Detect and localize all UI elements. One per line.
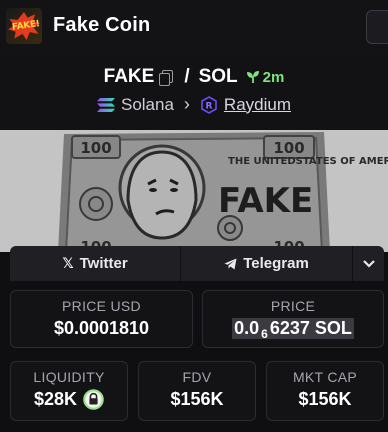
x-logo-icon: 𝕏	[62, 255, 74, 271]
price-unit: SOL	[314, 318, 352, 338]
price-usd-card: PRICE USD $0.0001810	[10, 290, 193, 348]
solana-icon	[96, 97, 115, 112]
pair-separator: /	[184, 66, 190, 87]
mkt-cap-label: MKT CAP	[292, 369, 358, 385]
quote-symbol: SOL	[198, 66, 238, 87]
coin-logo: FAKE!	[6, 8, 42, 44]
price-usd-label: PRICE USD	[62, 298, 141, 314]
token-header: FAKE! Fake Coin	[0, 0, 388, 54]
fdv-card: FDV $156K	[138, 361, 256, 421]
pair-line: FAKE / SOL 2m	[0, 66, 388, 88]
seedling-icon	[246, 71, 259, 83]
social-links-bar: 𝕏 Twitter Telegram	[10, 246, 384, 281]
copy-icon[interactable]	[159, 69, 174, 86]
header-action-button[interactable]	[366, 10, 388, 44]
age-label: 2m	[262, 68, 285, 86]
token-name: Fake Coin	[53, 14, 151, 36]
price-prefix: 0.0	[234, 318, 260, 338]
token-banner: 100 100 100 100 THE UNITEDSTATES OF AMER…	[0, 130, 388, 252]
pair-age: 2m	[246, 68, 285, 86]
twitter-button[interactable]: 𝕏 Twitter	[10, 246, 181, 281]
chain-line: Solana › R Raydium	[0, 94, 388, 115]
pair-info: FAKE / SOL 2m Solana › R Raydium	[0, 54, 388, 130]
lock-icon[interactable]	[83, 389, 104, 410]
dex-link[interactable]: Raydium	[224, 95, 291, 115]
telegram-icon	[224, 258, 237, 269]
liquidity-label: LIQUIDITY	[33, 369, 105, 385]
banner-illustration: 100 100 100 100 THE UNITEDSTATES OF AMER…	[0, 130, 388, 252]
fdv-label: FDV	[182, 369, 212, 385]
chain-name[interactable]: Solana	[121, 95, 174, 115]
svg-text:R: R	[205, 101, 212, 111]
base-symbol: FAKE	[103, 66, 155, 87]
price-native-value: 0.0 6 6237 SOL	[203, 318, 383, 341]
price-native-number: 0.0 6 6237 SOL	[232, 318, 354, 341]
price-native-card: PRICE 0.0 6 6237 SOL	[202, 290, 384, 348]
liquidity-value: $28K	[33, 389, 78, 409]
price-native-label: PRICE	[270, 298, 316, 314]
telegram-label: Telegram	[243, 255, 309, 272]
price-usd-value: $0.0001810	[53, 318, 150, 338]
raydium-icon: R	[201, 95, 217, 114]
mkt-cap-card: MKT CAP $156K	[266, 361, 384, 421]
price-digits: 6237	[269, 318, 310, 338]
fdv-value: $156K	[170, 389, 224, 409]
mkt-cap-value: $156K	[298, 389, 352, 409]
telegram-button[interactable]: Telegram	[181, 246, 353, 281]
price-zero-count: 6	[261, 327, 268, 341]
liquidity-row: $28K	[11, 389, 127, 410]
liquidity-card: LIQUIDITY $28K	[10, 361, 128, 421]
more-links-button[interactable]	[353, 246, 384, 281]
chevron-right-icon: ›	[183, 94, 190, 114]
chevron-down-icon	[362, 259, 375, 268]
twitter-label: Twitter	[79, 255, 128, 272]
